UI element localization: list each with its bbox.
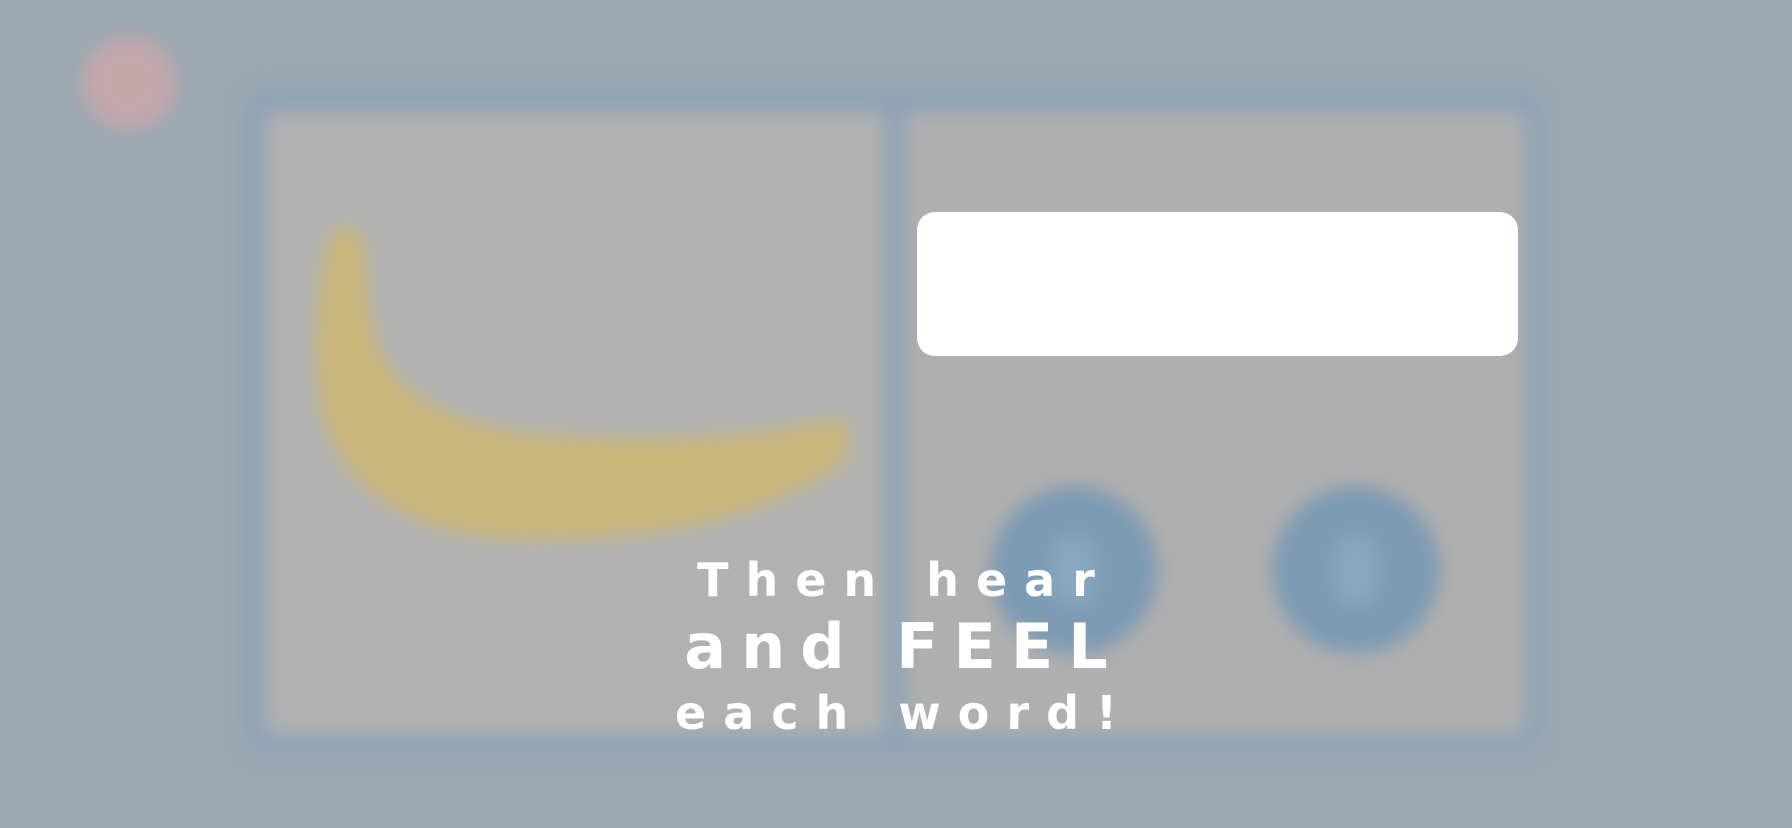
caption-line-2: and FEEL [684, 610, 1123, 683]
banana-image [316, 225, 851, 541]
highlighted-word-box [917, 212, 1518, 356]
caption-line-1: Then hear [697, 553, 1112, 607]
tutorial-caption: Then hear and FEEL each word! [0, 548, 1792, 744]
tutorial-overlay-screen: Then hear and FEEL each word! [0, 0, 1792, 828]
caption-line-3: each word! [675, 686, 1134, 740]
close-button[interactable] [82, 36, 176, 130]
